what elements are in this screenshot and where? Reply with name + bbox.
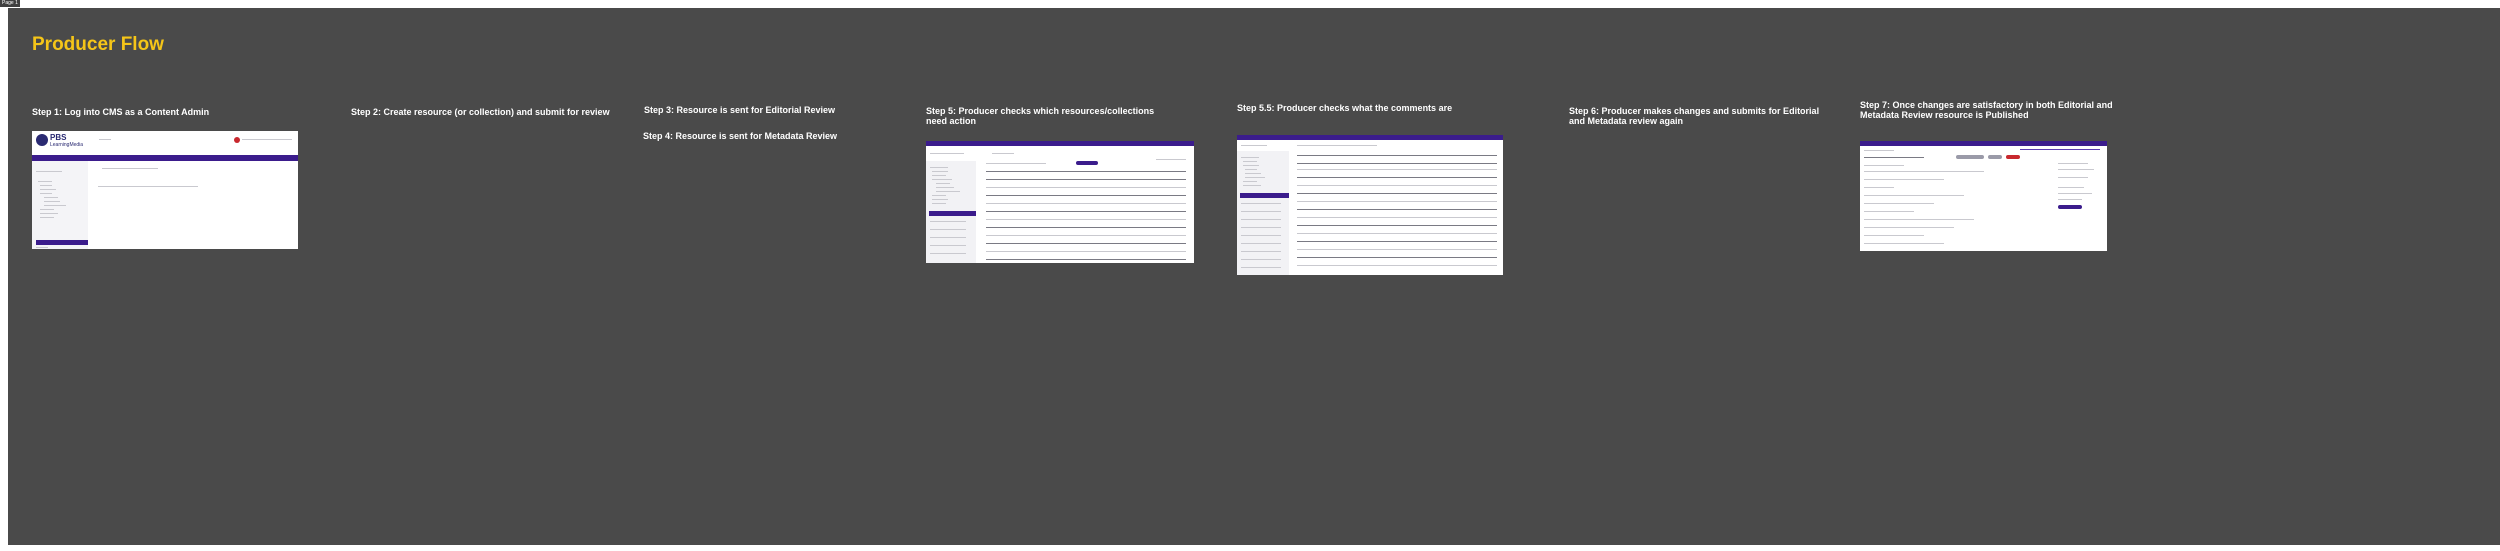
step-1-screenshot: PBS LearningMedia xyxy=(32,131,298,249)
publish-button[interactable] xyxy=(2058,205,2082,209)
step-7-screenshot xyxy=(1860,141,2107,251)
user-avatar[interactable] xyxy=(234,137,240,143)
step-2-label: Step 2: Create resource (or collection) … xyxy=(351,107,610,117)
step-6: Step 6: Producer makes changes and submi… xyxy=(1569,106,1829,134)
step-5-screenshot xyxy=(926,141,1194,263)
step-5-5-screenshot xyxy=(1237,135,1503,275)
step-5-label: Step 5: Producer checks which resources/… xyxy=(926,106,1155,126)
step-7: Step 7: Once changes are satisfactory in… xyxy=(1860,100,2125,265)
logo-text: PBS xyxy=(50,133,67,142)
step-4: Step 4: Resource is sent for Metadata Re… xyxy=(643,131,883,143)
step-6-label: Step 6: Producer makes changes and submi… xyxy=(1569,106,1820,126)
step-4-label: Step 4: Resource is sent for Metadata Re… xyxy=(643,131,838,141)
step-5-5-label: Step 5.5: Producer checks what the comme… xyxy=(1237,103,1453,113)
step-3-label: Step 3: Resource is sent for Editorial R… xyxy=(644,105,836,115)
step-1: Step 1: Log into CMS as a Content Admin … xyxy=(32,107,322,267)
step-5-5: Step 5.5: Producer checks what the comme… xyxy=(1237,103,1517,283)
board-title: Producer Flow xyxy=(32,34,164,55)
flow-board: Producer Flow Step 1: Log into CMS as a … xyxy=(8,8,2500,545)
step-2: Step 2: Create resource (or collection) … xyxy=(351,107,651,127)
page-tab[interactable]: Page 1 xyxy=(0,0,20,7)
sidebar-selected-item[interactable] xyxy=(36,240,88,245)
step-5: Step 5: Producer checks which resources/… xyxy=(926,106,1196,274)
step-3: Step 3: Resource is sent for Editorial R… xyxy=(644,105,884,117)
step-7-label: Step 7: Once changes are satisfactory in… xyxy=(1860,100,2113,120)
logo-subtext: LearningMedia xyxy=(50,142,84,148)
step-1-label: Step 1: Log into CMS as a Content Admin xyxy=(32,107,210,117)
pbs-logo-icon xyxy=(36,134,48,146)
